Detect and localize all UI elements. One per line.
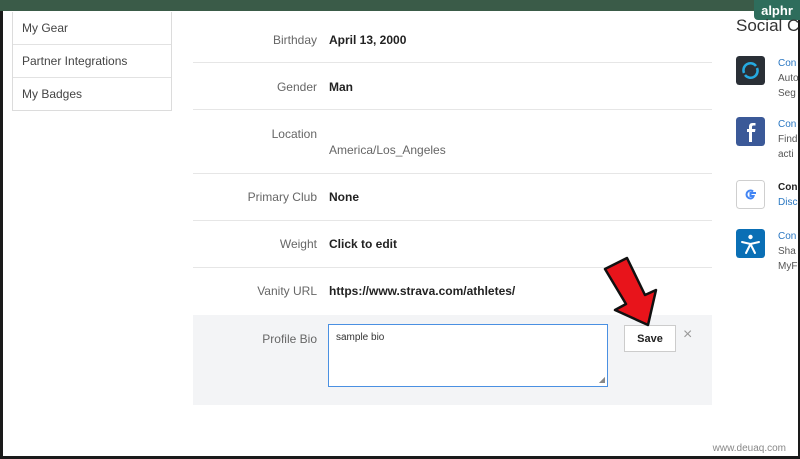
- social-item-garmin: Con Auto Seg: [736, 56, 800, 99]
- frame-border-left: [0, 11, 3, 459]
- profile-bio-text: sample bio: [336, 332, 385, 343]
- myfitnesspal-icon: [736, 229, 765, 258]
- close-icon[interactable]: ×: [683, 326, 692, 344]
- sidebar-item-partner-integrations[interactable]: Partner Integrations: [13, 45, 171, 78]
- weight-label: Weight: [279, 237, 317, 251]
- sidebar-item-my-gear[interactable]: My Gear: [13, 12, 171, 45]
- primary-club-label: Primary Club: [247, 190, 317, 204]
- resize-grip-icon[interactable]: ◢: [599, 376, 605, 384]
- social-item-facebook: Con Find acti: [736, 117, 800, 160]
- watermark: www.deuaq.com: [712, 443, 786, 454]
- social-connections-title: Social C: [736, 16, 800, 35]
- profile-bio-label: Profile Bio: [262, 332, 317, 346]
- location-label: Location: [271, 127, 317, 141]
- sidebar-menu: My Gear Partner Integrations My Badges: [12, 12, 172, 111]
- birthday-value[interactable]: April 13, 2000: [329, 33, 406, 47]
- birthday-label: Birthday: [272, 33, 317, 47]
- vanity-url-value[interactable]: https://www.strava.com/athletes/: [329, 284, 515, 298]
- garmin-connect-icon: [736, 56, 765, 85]
- gender-value[interactable]: Man: [329, 80, 353, 94]
- sidebar-item-my-badges[interactable]: My Badges: [13, 78, 171, 110]
- google-icon: [736, 180, 765, 209]
- top-strip: [0, 0, 800, 11]
- garmin-connect-link[interactable]: Con: [778, 56, 799, 71]
- gender-row: Gender Man: [193, 63, 712, 110]
- social-item-google: Con Disc: [736, 180, 800, 214]
- facebook-icon: [736, 117, 765, 146]
- google-connect-link[interactable]: Con: [778, 180, 797, 195]
- gender-label: Gender: [276, 80, 317, 94]
- primary-club-value[interactable]: None: [329, 190, 359, 204]
- facebook-connect-link[interactable]: Con: [778, 117, 797, 132]
- myfitnesspal-connect-link[interactable]: Con: [778, 229, 797, 244]
- red-arrow-annotation: [603, 256, 658, 327]
- location-row: Location America/Los_Angeles: [193, 110, 712, 174]
- google-disconnect-link[interactable]: Disc: [778, 195, 797, 210]
- weight-value[interactable]: Click to edit: [329, 237, 397, 251]
- birthday-row: Birthday April 13, 2000: [193, 16, 712, 63]
- primary-club-row: Primary Club None: [193, 174, 712, 221]
- social-item-myfitnesspal: Con Sha MyF: [736, 229, 800, 272]
- location-value[interactable]: America/Los_Angeles: [329, 143, 446, 157]
- profile-bio-textarea[interactable]: sample bio ◢: [328, 324, 608, 387]
- vanity-url-label: Vanity URL: [257, 284, 317, 298]
